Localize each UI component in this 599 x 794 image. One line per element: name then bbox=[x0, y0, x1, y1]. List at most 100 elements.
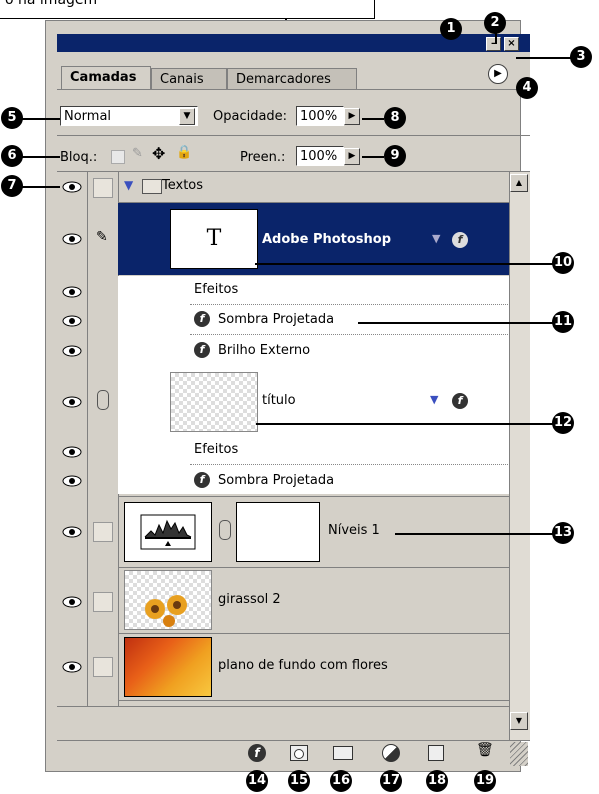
dotted-separator bbox=[190, 464, 508, 465]
callout-8: 8 bbox=[384, 107, 406, 129]
layer-name: Adobe Photoshop bbox=[262, 232, 392, 247]
fx-icon: f bbox=[194, 342, 210, 358]
new-group-icon[interactable] bbox=[333, 746, 353, 760]
layer-name: plano de fundo com flores bbox=[218, 658, 388, 673]
minimize-button[interactable]: – bbox=[486, 37, 501, 51]
lock-transparency-icon[interactable] bbox=[111, 150, 125, 164]
title-bar[interactable] bbox=[57, 34, 530, 52]
tab-camadas[interactable]: Camadas bbox=[61, 66, 151, 90]
layer-mask-thumbnail bbox=[236, 502, 320, 562]
callout-7: 7 bbox=[1, 175, 23, 197]
fill-arrow-button[interactable]: ▶ bbox=[344, 148, 360, 165]
callout-11: 11 bbox=[552, 311, 574, 333]
callout-4: 4 bbox=[516, 77, 538, 99]
dotted-separator bbox=[190, 304, 508, 305]
lock-all-icon[interactable]: 🔒 bbox=[176, 145, 192, 160]
new-layer-icon[interactable] bbox=[428, 745, 444, 761]
lock-move-icon[interactable]: ✥ bbox=[152, 144, 165, 163]
separator bbox=[57, 706, 509, 707]
callout-box: o na imagem bbox=[0, 0, 375, 19]
callout-6: 6 bbox=[1, 145, 23, 167]
opacity-input[interactable]: 100% bbox=[296, 106, 344, 126]
tab-demarcadores[interactable]: Demarcadores bbox=[227, 68, 357, 90]
callout-line-13 bbox=[395, 533, 553, 535]
eye-icon[interactable] bbox=[62, 475, 82, 487]
delete-layer-icon[interactable]: 🗑 bbox=[476, 742, 494, 758]
fx-icon: f bbox=[194, 311, 210, 327]
fx-icon: f bbox=[194, 472, 210, 488]
link-chain-icon[interactable] bbox=[97, 390, 109, 410]
eye-icon[interactable] bbox=[62, 396, 82, 408]
link-box[interactable] bbox=[93, 522, 113, 542]
callout-text: o na imagem bbox=[5, 0, 98, 8]
scrollbar-track[interactable] bbox=[509, 172, 530, 740]
eye-icon[interactable] bbox=[62, 446, 82, 458]
callout-15: 15 bbox=[288, 770, 310, 792]
callout-16: 16 bbox=[330, 770, 352, 792]
callout-line-3 bbox=[516, 57, 571, 59]
callout-1: 1 bbox=[440, 18, 462, 40]
fx-icon: f bbox=[452, 393, 468, 409]
blend-dropdown-button[interactable]: ▼ bbox=[179, 108, 195, 125]
effect-drop-shadow[interactable]: Sombra Projetada bbox=[218, 312, 334, 327]
lock-brush-icon[interactable]: ✎ bbox=[132, 146, 143, 161]
layer-name: título bbox=[262, 393, 296, 408]
eye-icon[interactable] bbox=[62, 661, 82, 673]
fill-label: Preen.: bbox=[240, 150, 286, 165]
scroll-down-button[interactable]: ▼ bbox=[510, 712, 528, 730]
eye-icon[interactable] bbox=[62, 286, 82, 298]
brush-icon: ✎ bbox=[96, 229, 108, 245]
palette-menu-button[interactable]: ▶ bbox=[488, 64, 508, 84]
new-adjustment-layer-icon[interactable] bbox=[382, 744, 400, 762]
callout-14: 14 bbox=[246, 770, 268, 792]
callout-19: 19 bbox=[474, 770, 496, 792]
effect-outer-glow[interactable]: Brilho Externo bbox=[218, 343, 310, 358]
effects-label: Efeitos bbox=[194, 282, 239, 297]
tab-canais[interactable]: Canais bbox=[151, 68, 227, 90]
group-name: Textos bbox=[162, 178, 204, 193]
callout-2: 2 bbox=[484, 12, 506, 34]
eye-icon[interactable] bbox=[62, 315, 82, 327]
girassol-thumbnail bbox=[124, 570, 212, 630]
effect-drop-shadow[interactable]: Sombra Projetada bbox=[218, 473, 334, 488]
add-layer-style-icon[interactable]: f bbox=[248, 744, 266, 762]
link-column bbox=[88, 172, 119, 706]
levels-adjustment-thumbnail bbox=[124, 502, 212, 562]
opacity-label: Opacidade: bbox=[213, 109, 288, 124]
callout-5: 5 bbox=[1, 107, 23, 129]
resize-grip[interactable] bbox=[510, 742, 528, 766]
collapse-triangle-icon[interactable]: ▼ bbox=[430, 393, 438, 406]
titulo-thumbnail bbox=[170, 372, 258, 432]
link-chain-icon[interactable] bbox=[219, 520, 231, 540]
scroll-up-button[interactable]: ▲ bbox=[510, 174, 528, 192]
layer-name: girassol 2 bbox=[218, 592, 281, 607]
effects-label: Efeitos bbox=[194, 442, 239, 457]
expand-triangle-icon[interactable]: ▼ bbox=[124, 178, 133, 192]
eye-icon[interactable] bbox=[62, 345, 82, 357]
callout-12: 12 bbox=[552, 412, 574, 434]
eye-icon[interactable] bbox=[62, 233, 82, 245]
add-mask-icon[interactable] bbox=[290, 745, 308, 761]
folder-icon bbox=[142, 179, 162, 194]
lock-label: Bloq.: bbox=[60, 150, 98, 165]
link-box[interactable] bbox=[93, 657, 113, 677]
link-box[interactable] bbox=[93, 178, 113, 198]
separator bbox=[57, 740, 530, 741]
link-box[interactable] bbox=[93, 592, 113, 612]
eye-icon[interactable] bbox=[62, 596, 82, 608]
layer-name: Níveis 1 bbox=[328, 523, 380, 538]
callout-line-12 bbox=[256, 423, 553, 425]
opacity-arrow-button[interactable]: ▶ bbox=[344, 108, 360, 125]
fill-input[interactable]: 100% bbox=[296, 146, 344, 166]
collapse-triangle-icon[interactable]: ▼ bbox=[432, 232, 440, 245]
text-layer-thumbnail: T bbox=[170, 209, 258, 269]
callout-line-8 bbox=[362, 118, 384, 120]
close-button[interactable]: × bbox=[504, 37, 519, 51]
callout-line-10 bbox=[255, 263, 553, 265]
callout-3: 3 bbox=[570, 46, 592, 68]
callout-line-9 bbox=[362, 156, 384, 158]
blend-mode-select[interactable]: Normal bbox=[60, 106, 198, 126]
callout-18: 18 bbox=[426, 770, 448, 792]
eye-icon[interactable] bbox=[62, 181, 82, 193]
eye-icon[interactable] bbox=[62, 526, 82, 538]
